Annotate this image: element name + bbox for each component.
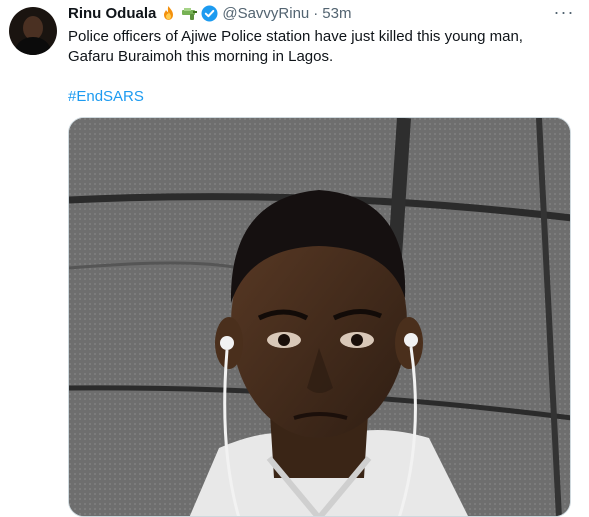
hashtag-link[interactable]: #EndSARS xyxy=(68,87,144,107)
tweet-text: Police officers of Ajiwe Police station … xyxy=(68,27,578,67)
tweet[interactable]: Rinu Oduala @SavvyRinu · 53m ··· Police … xyxy=(0,0,589,517)
tweet-text-line: Gafaru Buraimoh this morning in Lagos. xyxy=(68,48,334,65)
tweet-photo[interactable] xyxy=(68,117,571,517)
tweet-timestamp[interactable]: 53m xyxy=(322,5,351,22)
tweet-header: Rinu Oduala @SavvyRinu · 53m xyxy=(68,3,351,23)
photo-illustration xyxy=(69,118,570,516)
avatar-body-shape xyxy=(15,37,51,55)
fire-emoji-icon xyxy=(160,5,177,22)
author-name[interactable]: Rinu Oduala xyxy=(68,5,156,22)
more-options-icon: ··· xyxy=(553,1,575,22)
author-handle[interactable]: @SavvyRinu xyxy=(222,5,309,22)
separator-dot: · xyxy=(313,4,319,22)
money-gun-emoji-icon xyxy=(181,5,198,22)
tweet-text-line: Police officers of Ajiwe Police station … xyxy=(68,28,523,45)
more-options-button[interactable]: ··· xyxy=(553,2,575,22)
avatar[interactable] xyxy=(9,7,57,55)
verified-badge-icon xyxy=(201,5,218,22)
